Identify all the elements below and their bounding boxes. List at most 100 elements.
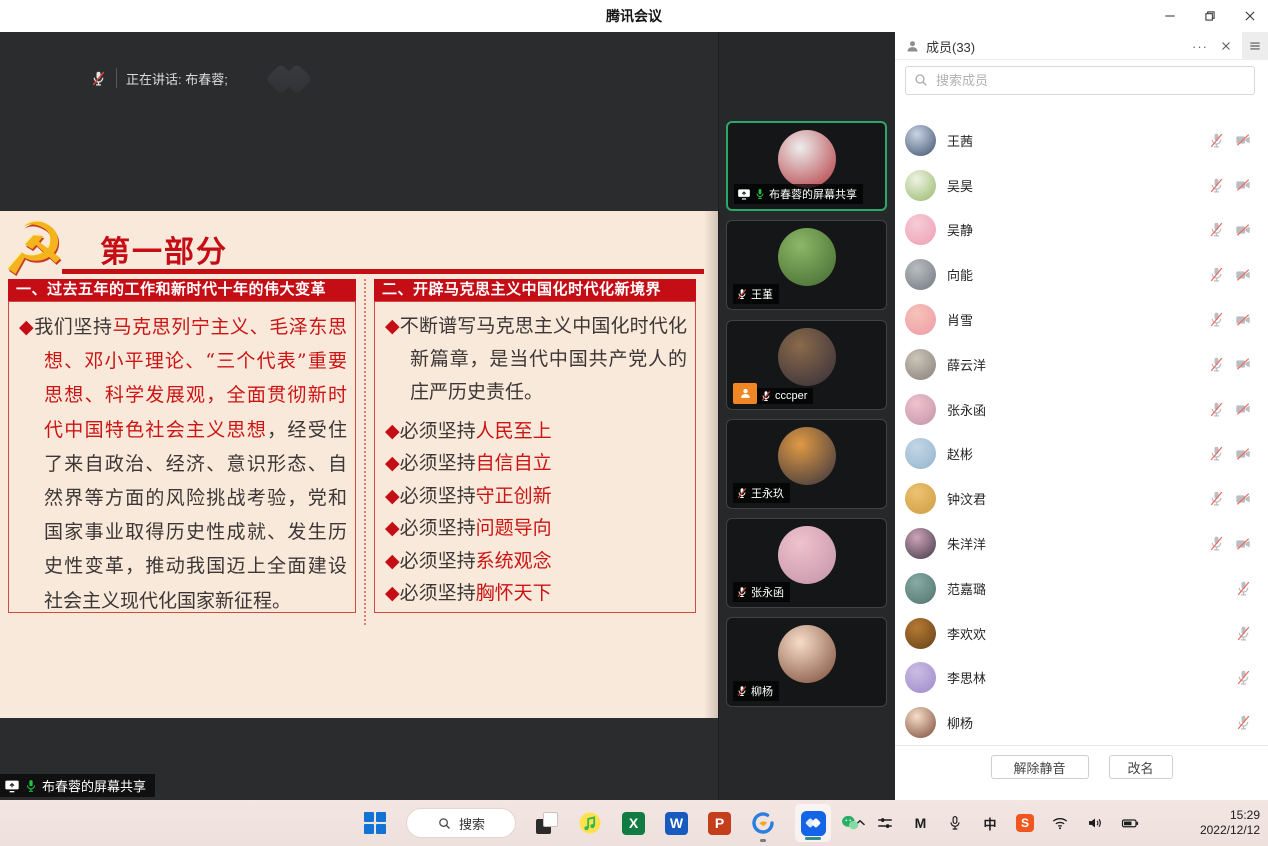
member-row[interactable]: 张永函 [895,387,1268,432]
close-button[interactable] [1242,8,1258,24]
desktop: 腾讯会议 正在讲话: 布春蓉; ☭ 第一部分 一、过去五年的工作和新时代十年的伟… [0,0,1268,846]
speaking-indicator: 正在讲话: 布春蓉; [90,64,228,92]
speaking-label: 正在讲话: 布春蓉; [126,69,228,88]
chaoxing-icon[interactable] [751,811,775,835]
video-thumbnail[interactable]: 柳杨 [726,617,887,707]
mic-muted-icon[interactable] [1208,132,1225,149]
camera-muted-icon[interactable] [1234,177,1252,193]
divider [116,68,117,88]
avatar [905,573,936,604]
member-name: 吴静 [947,220,1208,239]
video-thumbnail[interactable]: 王堇 [726,220,887,310]
slide-column-left: 一、过去五年的工作和新时代十年的伟大变革 ◆我们坚持马克思列宁主义、毛泽东思想、… [8,279,356,613]
mic-muted-icon[interactable] [1208,221,1225,238]
video-thumbnail[interactable]: cccper [726,320,887,410]
member-row[interactable]: 吴昊 [895,163,1268,208]
avatar [905,662,936,693]
microphone-tray-icon[interactable] [945,813,965,833]
mic-muted-icon[interactable] [1208,445,1225,462]
slide-column-right: 二、开辟马克思主义中国化时代化新境界 ◆不断谱写马克思主义中国化时代化新篇章，是… [374,279,696,613]
member-search-input[interactable] [905,66,1255,95]
avatar [905,618,936,649]
camera-muted-icon[interactable] [1234,446,1252,462]
member-row[interactable]: 范嘉璐 [895,566,1268,611]
start-button[interactable] [364,812,386,834]
video-thumbnail[interactable]: 王永玖 [726,419,887,509]
m-tray-icon[interactable]: M [910,813,930,833]
principle-item: ◆必须坚持守正创新 [385,486,687,507]
mic-muted-icon[interactable] [1208,356,1225,373]
restore-button[interactable] [1202,8,1218,24]
volume-icon[interactable] [1085,813,1105,833]
member-row[interactable]: 吴静 [895,208,1268,253]
search-icon [437,816,452,831]
mic-muted-icon[interactable] [1235,714,1252,731]
camera-muted-icon[interactable] [1234,491,1252,507]
powerpoint-icon[interactable]: P [708,812,731,835]
member-row[interactable]: 薛云洋 [895,342,1268,387]
task-view-button[interactable] [536,812,558,834]
mic-muted-icon[interactable] [1208,490,1225,507]
wechat-tray-icon[interactable] [840,813,860,833]
member-row[interactable]: 王茜 [895,118,1268,163]
member-row[interactable]: 钟汶君 [895,476,1268,521]
avatar [778,625,836,683]
sogou-tray-icon[interactable]: S [1015,813,1035,833]
close-panel-button[interactable] [1220,40,1232,52]
member-row[interactable]: 向能 [895,252,1268,297]
taskbar-clock[interactable]: 15:29 2022/12/12 [1200,800,1260,846]
mic-muted-icon[interactable] [1208,177,1225,194]
member-row[interactable]: 柳杨 [895,700,1268,745]
minimize-button[interactable] [1162,8,1178,24]
excel-icon[interactable]: X [622,812,645,835]
mic-muted-icon[interactable] [1235,580,1252,597]
camera-muted-icon[interactable] [1234,132,1252,148]
taskbar-search[interactable]: 搜索 [406,808,516,838]
clock-date: 2022/12/12 [1200,823,1260,838]
panel-menu-button[interactable] [1242,32,1268,60]
thumbnail-label: 张永函 [751,584,784,600]
member-row[interactable]: 朱洋洋 [895,521,1268,566]
camera-muted-icon[interactable] [1234,536,1252,552]
mic-muted-icon[interactable] [1208,266,1225,283]
mic-muted-icon[interactable] [1208,535,1225,552]
avatar [905,214,936,245]
thumbnail-label: 王堇 [751,286,773,302]
member-row[interactable]: 肖雪 [895,297,1268,342]
mic-muted-icon[interactable] [1208,401,1225,418]
video-thumbnail-sharer[interactable]: 布春蓉的屏幕共享 [726,121,887,211]
mic-muted-icon [90,70,107,87]
member-row[interactable]: 李欢欢 [895,611,1268,656]
qq-music-icon[interactable] [578,811,602,835]
mic-muted-icon[interactable] [1208,311,1225,328]
word-icon[interactable]: W [665,812,688,835]
camera-muted-icon[interactable] [1234,312,1252,328]
wifi-icon[interactable] [1050,813,1070,833]
rename-button[interactable]: 改名 [1109,755,1173,779]
screen-share-icon [4,778,20,794]
member-row[interactable]: 赵彬 [895,432,1268,477]
camera-muted-icon[interactable] [1234,222,1252,238]
shared-screen-stage: 正在讲话: 布春蓉; ☭ 第一部分 一、过去五年的工作和新时代十年的伟大变革 ◆… [0,32,718,800]
search-icon [913,72,929,88]
tencent-meeting-icon[interactable] [795,804,831,842]
more-options-button[interactable]: ··· [1192,39,1208,54]
mixer-tray-icon[interactable] [875,813,895,833]
clock-time: 15:29 [1200,808,1260,823]
avatar [905,528,936,559]
camera-muted-icon[interactable] [1234,267,1252,283]
avatar [905,170,936,201]
share-badge-label: 布春蓉的屏幕共享 [42,776,146,795]
battery-icon[interactable] [1120,813,1140,833]
host-badge-icon [733,383,757,404]
mic-muted-icon[interactable] [1235,669,1252,686]
members-panel: 成员(33) ··· 王茜 吴昊 [895,32,1268,800]
ime-indicator[interactable]: 中 [980,813,1000,833]
camera-muted-icon[interactable] [1234,356,1252,372]
member-row[interactable]: 李思林 [895,656,1268,701]
mic-muted-icon[interactable] [1235,625,1252,642]
video-thumbnail[interactable]: 张永函 [726,518,887,608]
unmute-button[interactable]: 解除静音 [991,755,1089,779]
camera-muted-icon[interactable] [1234,401,1252,417]
avatar [905,707,936,738]
